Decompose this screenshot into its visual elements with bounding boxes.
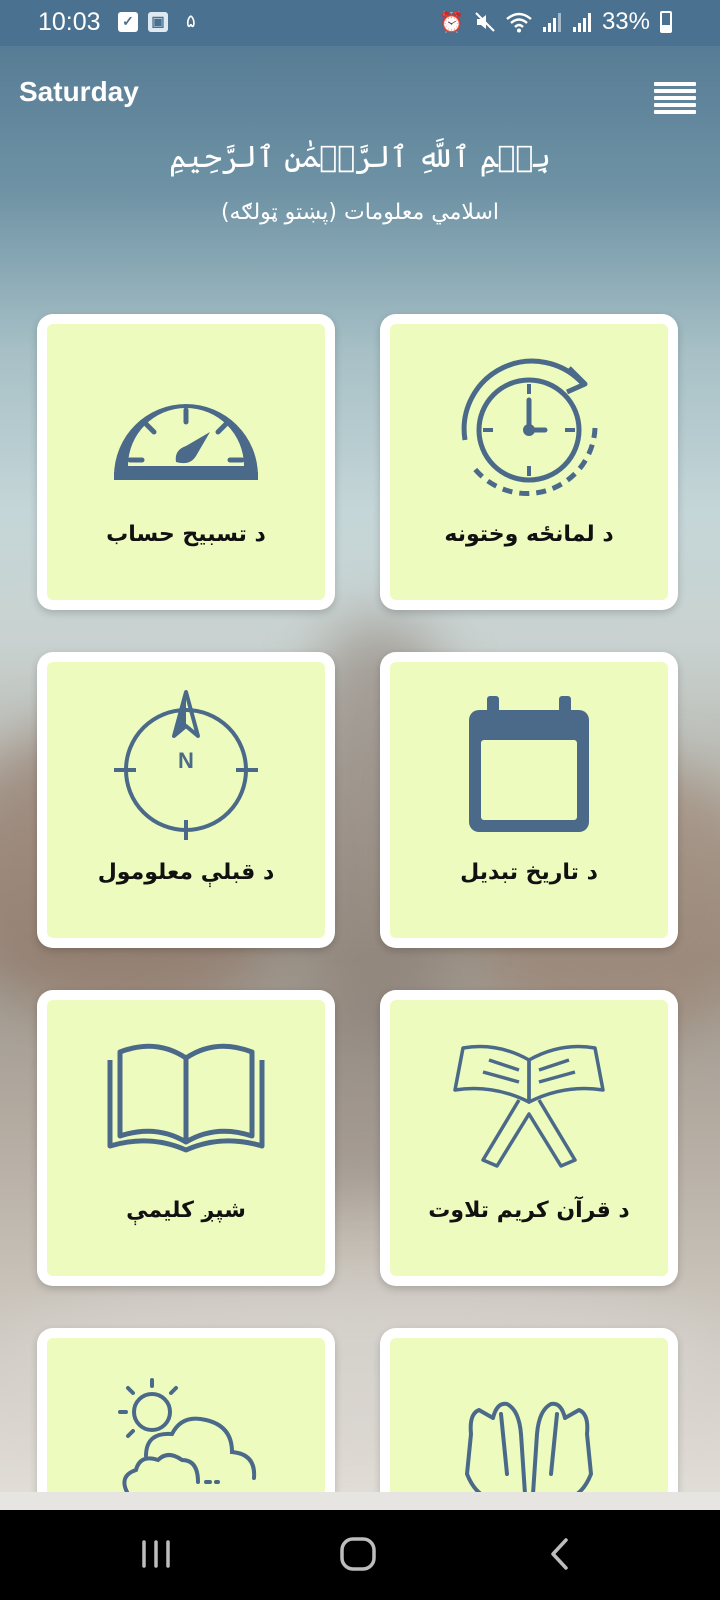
praying-hands-icon — [390, 1374, 668, 1492]
card-body: د لمانځه وختونه — [390, 324, 668, 600]
recent-apps-button[interactable] — [126, 1532, 186, 1576]
card-body — [390, 1338, 668, 1492]
weather-icon — [47, 1374, 325, 1492]
card-label: د تسبیح حساب — [106, 522, 266, 547]
svg-text:N: N — [178, 748, 194, 773]
card-date-converter[interactable]: د تاریخ تبدیل — [380, 652, 678, 948]
card-body: د تسبیح حساب — [47, 324, 325, 600]
clock-refresh-icon — [390, 348, 668, 508]
nav-divider — [0, 1492, 720, 1510]
back-button[interactable] — [530, 1532, 590, 1576]
card-weather[interactable] — [37, 1328, 335, 1492]
card-label: د لمانځه وختونه — [444, 522, 614, 547]
card-body: شپږ کلیمې — [47, 1000, 325, 1276]
speedometer-icon — [47, 366, 325, 506]
card-tasbih-counter[interactable]: د تسبیح حساب — [37, 314, 335, 610]
card-label: شپږ کلیمې — [126, 1198, 246, 1223]
card-label: د قرآن کریم تلاوت — [428, 1198, 630, 1223]
home-icon — [340, 1537, 376, 1571]
recent-apps-icon — [142, 1540, 170, 1568]
home-button[interactable] — [328, 1532, 388, 1576]
grid-viewport: د تسبیح حساب د لمانځه وختونه N د قبلې مع… — [0, 0, 720, 1492]
card-body: د قرآن کریم تلاوت — [390, 1000, 668, 1276]
card-label: د قبلې معلومول — [97, 860, 275, 885]
open-book-icon — [47, 1036, 325, 1176]
calendar-icon — [390, 690, 668, 840]
card-quran-recitation[interactable]: د قرآن کریم تلاوت — [380, 990, 678, 1286]
card-body: د تاریخ تبدیل — [390, 662, 668, 938]
quran-stand-icon — [390, 1030, 668, 1180]
card-duas[interactable] — [380, 1328, 678, 1492]
screen: 10:03 ✓ ▣ ۵ ⏰ 33% Saturday بِسۡمِ ٱللَّه… — [0, 0, 720, 1600]
card-body — [47, 1338, 325, 1492]
card-six-kalimas[interactable]: شپږ کلیمې — [37, 990, 335, 1286]
card-label: د تاریخ تبدیل — [460, 860, 598, 885]
card-prayer-times[interactable]: د لمانځه وختونه — [380, 314, 678, 610]
navigation-bar — [0, 1510, 720, 1600]
card-qibla-finder[interactable]: N د قبلې معلومول — [37, 652, 335, 948]
card-body: N د قبلې معلومول — [47, 662, 325, 938]
back-icon — [551, 1538, 568, 1570]
compass-icon: N — [47, 684, 325, 844]
